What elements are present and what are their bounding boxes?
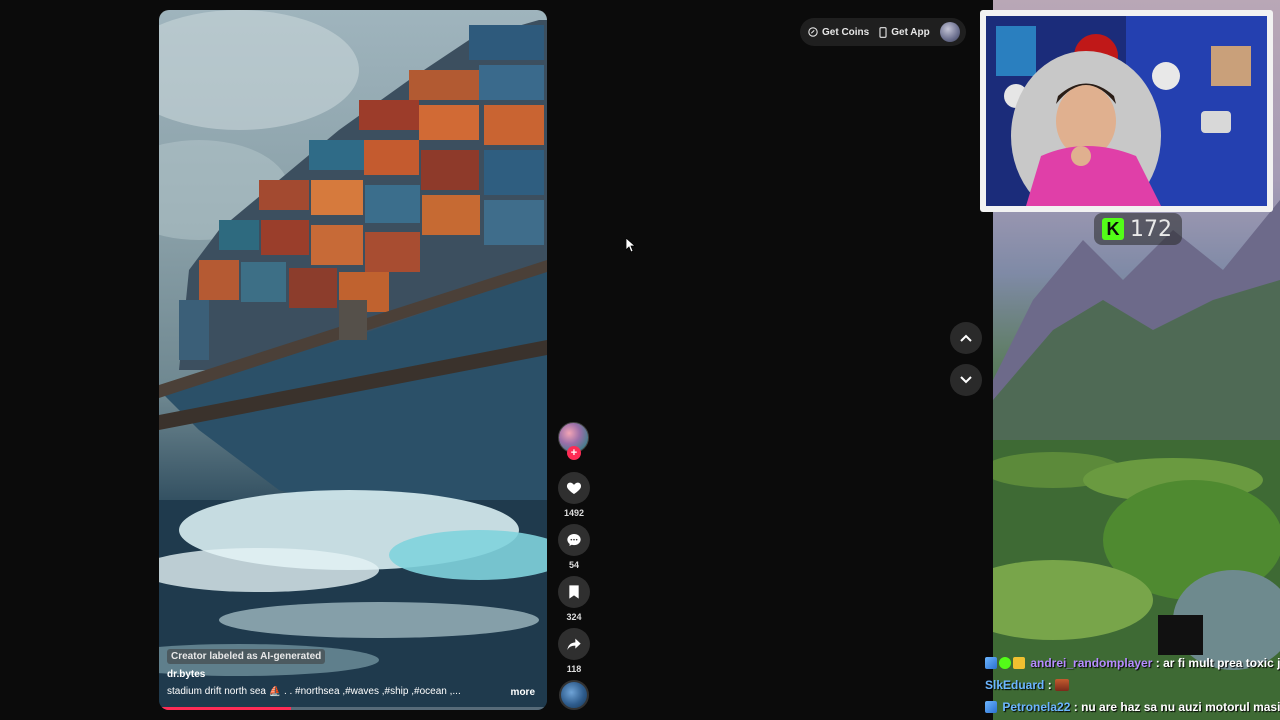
cursor-icon (626, 238, 636, 252)
chat-text: : nu are haz sa nu auzi motorul masin (1073, 700, 1280, 714)
webcam-scene (986, 16, 1267, 206)
chat-username[interactable]: SlkEduard (985, 678, 1044, 692)
chat-message: Petronela22 : nu are haz sa nu auzi moto… (985, 700, 1280, 720)
screen: Creator labeled as AI-generated dr.bytes… (0, 0, 1280, 720)
chat-message: SlkEduard : (985, 678, 1280, 700)
video-player[interactable]: Creator labeled as AI-generated dr.bytes… (159, 10, 547, 710)
chat-message: andrei_randomplayer : ar fi mult prea to… (985, 656, 1280, 678)
chevron-up-icon (960, 334, 972, 342)
video-frame (159, 10, 547, 710)
chat-username[interactable]: andrei_randomplayer (1030, 656, 1152, 670)
emote-icon (1055, 679, 1070, 691)
stream-chat: andrei_randomplayer : ar fi mult prea to… (985, 656, 1280, 720)
video-progress-fill (159, 707, 291, 710)
follow-button[interactable]: + (567, 446, 581, 460)
bookmark-button[interactable] (558, 576, 590, 608)
share-count: 118 (566, 664, 582, 674)
coin-icon (808, 27, 818, 37)
like-button[interactable] (558, 472, 590, 504)
chat-text: : (1047, 678, 1052, 692)
get-coins-button[interactable]: Get Coins (808, 27, 869, 38)
next-video-button[interactable] (950, 364, 982, 396)
bookmark-icon (569, 585, 579, 599)
user-avatar[interactable] (939, 22, 960, 42)
heart-icon (566, 482, 582, 494)
previous-video-button[interactable] (950, 322, 982, 354)
ai-generated-label: Creator labeled as AI-generated (167, 649, 326, 664)
chat-text: : ar fi mult prea toxic jo (1155, 656, 1280, 670)
phone-icon (879, 26, 887, 38)
sword-badge-icon (985, 701, 997, 713)
get-app-button[interactable]: Get App (879, 27, 930, 38)
share-button[interactable] (558, 628, 590, 660)
viewer-count-badge: K 172 (1094, 213, 1182, 245)
header-actions: Get Coins Get App (800, 18, 966, 46)
chevron-down-icon (960, 376, 972, 384)
share-icon (567, 638, 581, 650)
video-author[interactable]: dr.bytes (167, 669, 205, 680)
viewer-count: 172 (1130, 216, 1172, 242)
comment-count: 54 (568, 560, 579, 570)
caption-more-link[interactable]: more (511, 687, 535, 698)
comment-button[interactable] (558, 524, 590, 556)
kick-logo-icon: K (1102, 218, 1124, 240)
music-disc[interactable] (559, 680, 589, 710)
get-coins-label: Get Coins (822, 26, 870, 38)
sparkle-badge-icon (999, 657, 1011, 669)
webcam-overlay (980, 10, 1273, 212)
webcam-feed (986, 16, 1267, 206)
video-progress-bar[interactable] (159, 707, 547, 710)
get-app-label: Get App (891, 26, 930, 38)
bookmark-count: 324 (566, 612, 582, 622)
like-count: 1492 (563, 508, 585, 518)
video-caption: stadium drift north sea ⛵ . . #northsea … (167, 686, 461, 697)
chat-username[interactable]: Petronela22 (1002, 700, 1070, 714)
comment-icon (567, 534, 581, 546)
crown-badge-icon (1013, 657, 1025, 669)
sword-badge-icon (985, 657, 997, 669)
